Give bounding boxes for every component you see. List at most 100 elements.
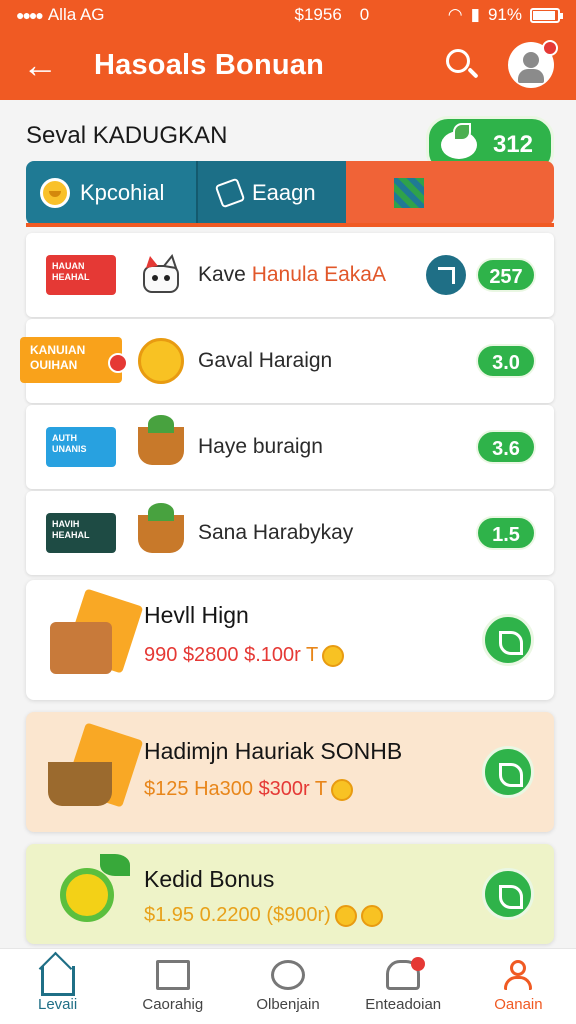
list-item[interactable]: AUTH UNANIS Haye buraign 3.6 [26, 405, 554, 489]
coin-icon [360, 904, 383, 927]
nav-item-enteadoian[interactable]: Enteadoian [346, 949, 461, 1024]
nav-item-caorahig[interactable]: Caorahig [115, 949, 230, 1024]
nav-label: Oanain [494, 996, 543, 1013]
signal-bars-icon: ▮ [470, 5, 480, 24]
carrier-label: Alla AG [47, 5, 105, 24]
bonus-prices: $1.95 0.2200 ($900r) [144, 904, 383, 927]
price-1: $125 [144, 778, 189, 800]
bonus-prices: 990 $2800 $.100r T [144, 644, 345, 667]
tab-kpcohial[interactable]: Kpcohial [26, 161, 196, 225]
section-title: Seval KADUGKAN [26, 122, 228, 149]
list-item[interactable]: KANUIAN OUIHAN Gaval Haraign 3.0 [20, 319, 554, 403]
nav-label: Levaii [38, 996, 78, 1013]
tag-text: KANUIAN OUIHAN [30, 343, 86, 372]
status-right: ◠ ▮ 91% [447, 5, 563, 25]
status-left: ●●●● Alla AG [16, 5, 216, 25]
promo-badge-value: 312 [492, 131, 533, 158]
close-icon[interactable] [108, 353, 128, 373]
price-2: 0.2200 [199, 904, 261, 926]
price-3: ($900r) [266, 904, 331, 926]
battery-percent: 91% [487, 5, 522, 24]
price-4: T [314, 778, 328, 800]
back-arrow-icon[interactable]: ← [22, 47, 82, 83]
page-title: Hasoals Bonuan [94, 48, 325, 81]
item-thumbnail: AUTH UNANIS [46, 427, 116, 467]
basket-ticket-icon [44, 722, 144, 816]
person-icon [501, 960, 535, 990]
search-icon[interactable] [442, 45, 482, 85]
nav-label: Olbenjain [256, 996, 320, 1013]
bonus-name: Kedid Bonus [144, 866, 275, 892]
price-1: $1.95 [144, 904, 195, 926]
basket-icon [138, 415, 184, 465]
coin-icon [331, 778, 354, 801]
leaf-action-icon[interactable] [482, 614, 534, 666]
coin-icon [322, 644, 345, 667]
home-icon [40, 966, 75, 996]
status-center: $1956 0 [216, 5, 448, 25]
leaf-action-icon[interactable] [482, 868, 534, 920]
price-1: 990 [144, 644, 178, 666]
item-thumbnail: HAVIH HEAHAL [46, 513, 116, 553]
bowl-icon [439, 123, 483, 173]
price-3: $.100r [244, 644, 301, 666]
notification-dot [411, 957, 426, 971]
sun-leaf-icon [44, 852, 134, 942]
wifi-icon: ◠ [447, 5, 463, 24]
coin-icon [334, 904, 357, 927]
status-bar: ●●●● Alla AG $1956 0 ◠ ▮ 91% [0, 0, 576, 30]
check-action-icon[interactable] [482, 746, 534, 798]
thumbnail-text: HAUAN HEAHAL [52, 261, 90, 282]
gold-coin-icon [138, 338, 184, 384]
cat-mascot-icon [138, 252, 184, 298]
tab-third[interactable] [346, 161, 554, 225]
edit-icon [214, 177, 246, 209]
nav-item-oanain[interactable]: Oanain [461, 949, 576, 1024]
avatar[interactable] [508, 40, 558, 88]
thumbnail-text: AUTH UNANIS [52, 433, 87, 454]
bonus-prices: $125 Ha300 $300r T [144, 778, 354, 801]
avatar-head [523, 52, 539, 68]
bonus-card[interactable]: Hadimjn Hauriak SONHB $125 Ha300 $300r T [26, 712, 554, 832]
tab-underline [26, 223, 554, 227]
crate-ticket-icon [44, 588, 144, 682]
battery-fill [533, 10, 555, 20]
tab-label: Eaagn [252, 180, 316, 205]
nav-label: Caorahig [142, 996, 204, 1013]
tab-eaagn[interactable]: Eaagn [196, 161, 346, 225]
list-item[interactable]: HAUAN HEAHAL Kave Hanula EakaA 257 [26, 233, 554, 317]
send-icon[interactable] [426, 255, 466, 295]
item-tag: KANUIAN OUIHAN [20, 337, 128, 383]
avatar-body [518, 69, 544, 83]
item-label: Kave Hanula EakaA [198, 263, 386, 286]
bonus-card[interactable]: Hevll Hign 990 $2800 $.100r T [26, 580, 554, 700]
price-4: T [306, 644, 319, 666]
item-thumbnail: HAUAN HEAHAL [46, 255, 116, 295]
value-pill: 257 [476, 258, 536, 292]
bell-icon [386, 957, 426, 990]
list-item[interactable]: HAVIH HEAHAL Sana Harabykay 1.5 [26, 491, 554, 575]
value-pill: 1.5 [476, 516, 536, 550]
battery-icon [530, 7, 563, 23]
price-2: Ha300 [194, 778, 253, 800]
bonus-name: Hevll Hign [144, 602, 249, 628]
bonus-card[interactable]: Kedid Bonus $1.95 0.2200 ($900r) [26, 844, 554, 944]
thumbnail-text: HAVIH HEAHAL [52, 519, 90, 540]
item-label: Gaval Haraign [198, 349, 333, 372]
nav-label: Enteadoian [365, 996, 442, 1013]
smile-coin-icon [40, 178, 70, 208]
price-3: $300r [258, 778, 310, 800]
nav-item-olbenjain[interactable]: Olbenjain [230, 949, 345, 1024]
value-pill: 3.0 [476, 344, 536, 378]
app-header: ← Hasoals Bonuan [0, 30, 576, 100]
notification-dot [542, 40, 558, 56]
tab-label: Kpcohial [80, 180, 165, 205]
globe-icon [271, 960, 305, 990]
value-pill: 3.6 [476, 430, 536, 464]
tab-bar: Kpcohial Eaagn [26, 161, 554, 225]
status-time: $1956 [294, 5, 342, 24]
grid-pattern-icon [394, 178, 424, 208]
store-icon [155, 960, 190, 990]
alarm-icon: 0 [359, 5, 370, 24]
nav-item-levaii[interactable]: Levaii [0, 949, 115, 1024]
